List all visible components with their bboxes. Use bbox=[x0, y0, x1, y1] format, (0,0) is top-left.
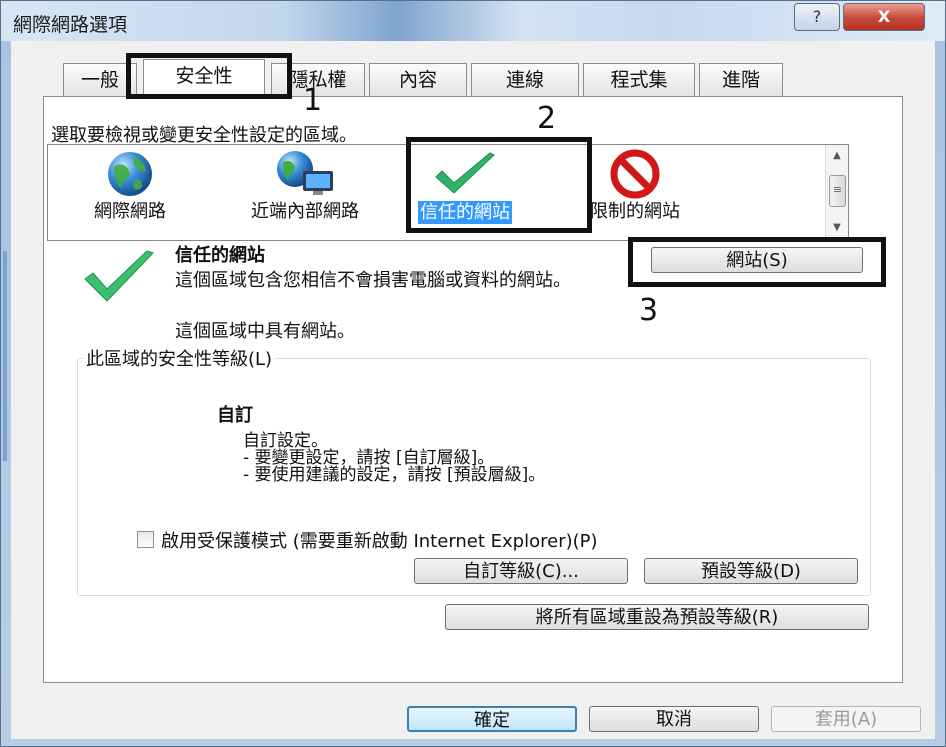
close-button[interactable]: X bbox=[843, 3, 925, 31]
annotation-number-1: 1 bbox=[303, 83, 323, 118]
scroll-thumb[interactable]: ≡ bbox=[829, 175, 846, 207]
selected-zone-title: 信任的網站 bbox=[175, 245, 265, 266]
zone-has-sites-text: 這個區域中具有網站。 bbox=[175, 321, 355, 342]
globe-icon bbox=[108, 152, 152, 196]
scroll-down-icon[interactable]: ▼ bbox=[826, 219, 848, 237]
protected-mode-checkbox[interactable] bbox=[137, 531, 154, 548]
zone-label-internet: 網際網路 bbox=[94, 201, 166, 222]
tab-content[interactable]: 內容 bbox=[369, 63, 467, 96]
zone-label-local-intranet: 近端內部網路 bbox=[251, 201, 359, 222]
tab-advanced[interactable]: 進階 bbox=[699, 63, 783, 96]
selected-zone-description: 這個區域包含您相信不會損害電腦或資料的網站。 bbox=[175, 270, 571, 291]
window-edge-decoration bbox=[3, 251, 7, 461]
apply-button[interactable]: 套用(A) bbox=[771, 706, 921, 732]
zone-checkmark-icon bbox=[84, 250, 154, 302]
zone-internet[interactable]: 網際網路 bbox=[60, 149, 200, 221]
tab-connections[interactable]: 連線 bbox=[471, 63, 579, 96]
intranet-icon bbox=[277, 151, 333, 195]
tab-programs[interactable]: 程式集 bbox=[583, 63, 695, 96]
internet-options-window: 網際網路選項 ? X 一般 安全性 隱私權 內容 連線 程式集 進階 選取要檢視… bbox=[0, 0, 946, 747]
security-level-title: 自訂 bbox=[217, 405, 253, 426]
annotation-box-security-tab bbox=[126, 53, 292, 99]
annotation-box-sites-button bbox=[628, 237, 886, 287]
restricted-icon bbox=[610, 149, 660, 199]
zone-local-intranet[interactable]: 近端內部網路 bbox=[230, 149, 380, 222]
protected-mode-label[interactable]: 啟用受保護模式 (需要重新啟動 Internet Explorer)(P) bbox=[161, 527, 598, 553]
custom-level-button[interactable]: 自訂等級(C)... bbox=[414, 558, 628, 584]
scroll-up-icon[interactable]: ▲ bbox=[826, 147, 848, 165]
security-level-description: 自訂設定。 - 要變更設定，請按 [自訂層級]。 - 要使用建議的設定，請按 [… bbox=[243, 431, 546, 485]
zone-list-scrollbar[interactable]: ▲ ≡ ▼ bbox=[825, 145, 848, 238]
title-bar[interactable]: 網際網路選項 ? X bbox=[1, 1, 945, 41]
help-button[interactable]: ? bbox=[794, 3, 840, 31]
default-level-button[interactable]: 預設等級(D) bbox=[644, 558, 858, 584]
cancel-button[interactable]: 取消 bbox=[589, 706, 759, 732]
ok-button[interactable]: 確定 bbox=[407, 706, 577, 732]
security-level-group-label: 此區域的安全性等級(L) bbox=[83, 345, 276, 371]
annotation-box-trusted-zone bbox=[406, 137, 592, 233]
annotation-number-3: 3 bbox=[639, 293, 659, 328]
reset-all-zones-button[interactable]: 將所有區域重設為預設等級(R) bbox=[445, 604, 869, 630]
window-title: 網際網路選項 bbox=[13, 14, 128, 36]
annotation-number-2: 2 bbox=[537, 101, 557, 136]
